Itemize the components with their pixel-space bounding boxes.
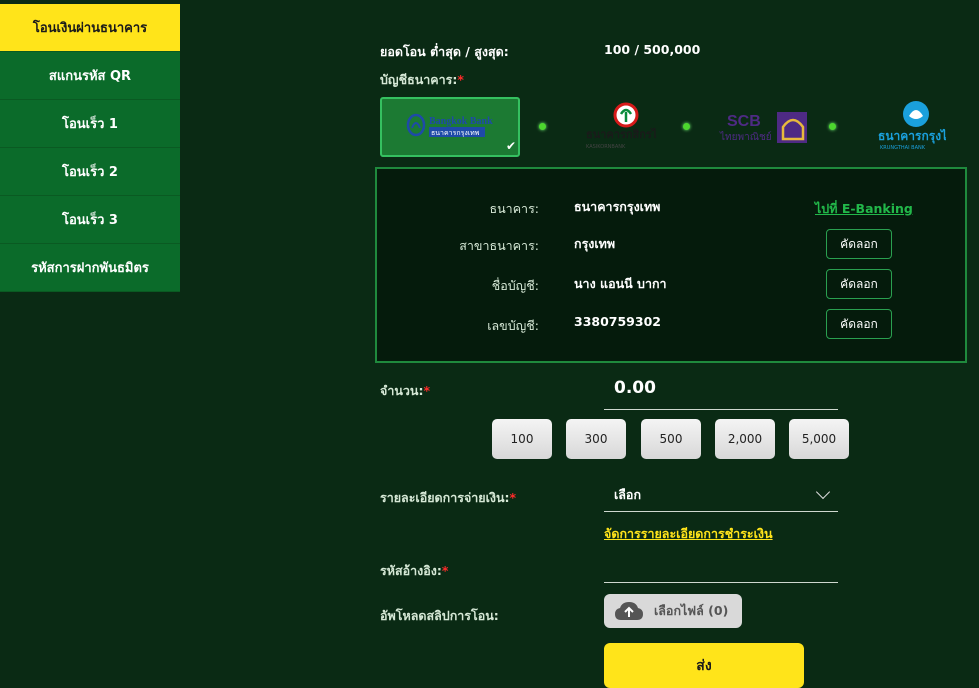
bank-option-scb[interactable]: SCB ไทยพาณิชย์ xyxy=(682,97,822,157)
svg-text:SCB: SCB xyxy=(727,113,761,130)
cloud-upload-icon xyxy=(615,602,643,620)
sidebar-item-label: โอนเร็ว 1 xyxy=(62,117,118,132)
branch-label: สาขาธนาคาร: xyxy=(459,238,539,253)
sidebar-item-label: สแกนรหัส QR xyxy=(48,69,132,84)
check-icon: ✔ xyxy=(505,139,516,153)
payment-detail-label: รายละเอียดการจ่ายเงิน:* xyxy=(380,490,517,505)
account-number-value: 3380759302 xyxy=(574,314,661,329)
reference-label: รหัสอ้างอิง:* xyxy=(380,563,449,578)
limits-label: ยอดโอน ต่ำสุด / สูงสุด: xyxy=(380,44,509,59)
quick-amount-100-button[interactable]: 100 xyxy=(492,419,552,459)
upload-file-button[interactable]: เลือกไฟล์ (0) xyxy=(604,594,742,628)
amount-label: จำนวน:* xyxy=(380,383,430,398)
bank-option-bangkok-bank[interactable]: Bangkok Bank ธนาคารกรุงเทพ ✔ xyxy=(380,97,520,157)
manage-payment-details-link[interactable]: จัดการรายละเอียดการชำระเงิน xyxy=(604,524,773,544)
account-details-panel: ธนาคาร: ธนาคารกรุงเทพ ไปที่ E-Banking สา… xyxy=(375,167,967,363)
sidebar: โอนเงินผ่านธนาคาร สแกนรหัส QR โอนเร็ว 1 … xyxy=(0,4,180,292)
copy-branch-button[interactable]: คัดลอก xyxy=(826,229,892,259)
krungthai-bank-logo: ธนาคารกรุงไทย KRUNGTHAI BANK xyxy=(878,101,946,151)
payment-detail-select[interactable]: เลือก xyxy=(604,478,838,512)
amount-input[interactable]: 0.00 xyxy=(604,372,838,410)
chevron-down-icon xyxy=(815,484,831,500)
account-name-label: ชื่อบัญชี: xyxy=(491,278,539,293)
account-name-value: นาง แอนนี บากา xyxy=(574,276,667,291)
quick-amount-500-button[interactable]: 500 xyxy=(641,419,701,459)
sidebar-item-label: โอนเร็ว 3 xyxy=(62,213,118,228)
scb-bank-logo: SCB ไทยพาณิชย์ xyxy=(719,112,807,143)
bank-account-label: บัญชีธนาคาร:* xyxy=(380,72,464,87)
quick-amount-5000-button[interactable]: 5,000 xyxy=(789,419,849,459)
upload-button-label: เลือกไฟล์ (0) xyxy=(654,603,729,618)
bangkok-bank-logo: Bangkok Bank ธนาคารกรุงเทพ xyxy=(406,113,493,137)
sidebar-item-fast-transfer-1[interactable]: โอนเร็ว 1 xyxy=(0,100,180,148)
ebanking-link[interactable]: ไปที่ E-Banking xyxy=(815,199,913,219)
quick-amount-300-button[interactable]: 300 xyxy=(566,419,626,459)
sidebar-item-label: โอนเงินผ่านธนาคาร xyxy=(32,21,148,36)
account-number-label: เลขบัญชี: xyxy=(487,318,539,333)
sidebar-item-fast-transfer-2[interactable]: โอนเร็ว 2 xyxy=(0,148,180,196)
svg-text:ไทยพาณิชย์: ไทยพาณิชย์ xyxy=(719,131,772,143)
sidebar-item-bank-transfer[interactable]: โอนเงินผ่านธนาคาร xyxy=(0,4,180,52)
bank-name-label: ธนาคาร: xyxy=(489,201,540,216)
kasikorn-bank-logo: ธนาคารกสิกรไทย KASIKORNBANK xyxy=(586,102,656,150)
payment-detail-selected-value: เลือก xyxy=(614,486,642,502)
sidebar-item-label: โอนเร็ว 2 xyxy=(62,165,118,180)
svg-text:Bangkok Bank: Bangkok Bank xyxy=(429,116,493,127)
reference-input[interactable] xyxy=(604,552,838,583)
bank-option-krungthai[interactable]: ธนาคารกรุงไทย KRUNGTHAI BANK xyxy=(826,97,966,157)
sidebar-item-fast-transfer-3[interactable]: โอนเร็ว 3 xyxy=(0,196,180,244)
svg-text:ธนาคารกรุงไทย: ธนาคารกรุงไทย xyxy=(878,128,946,144)
copy-account-number-button[interactable]: คัดลอก xyxy=(826,309,892,339)
svg-text:ธนาคารกสิกรไทย: ธนาคารกสิกรไทย xyxy=(586,127,656,141)
sidebar-item-scan-qr[interactable]: สแกนรหัส QR xyxy=(0,52,180,100)
sidebar-item-partner-deposit-code[interactable]: รหัสการฝากพันธมิตร xyxy=(0,244,180,292)
svg-text:KASIKORNBANK: KASIKORNBANK xyxy=(586,144,626,150)
copy-account-name-button[interactable]: คัดลอก xyxy=(826,269,892,299)
sidebar-item-label: รหัสการฝากพันธมิตร xyxy=(31,261,149,276)
limits-value: 100 / 500,000 xyxy=(604,42,701,57)
bank-option-kasikorn[interactable]: ธนาคารกสิกรไทย KASIKORNBANK xyxy=(536,97,676,157)
upload-label: อัพโหลดสลิปการโอน: xyxy=(380,608,499,623)
svg-text:ธนาคารกรุงเทพ: ธนาคารกรุงเทพ xyxy=(431,129,480,137)
branch-value: กรุงเทพ xyxy=(574,236,616,251)
submit-button[interactable]: ส่ง xyxy=(604,643,804,688)
svg-text:KRUNGTHAI BANK: KRUNGTHAI BANK xyxy=(880,145,926,151)
bank-name-value: ธนาคารกรุงเทพ xyxy=(574,199,661,214)
quick-amount-2000-button[interactable]: 2,000 xyxy=(715,419,775,459)
